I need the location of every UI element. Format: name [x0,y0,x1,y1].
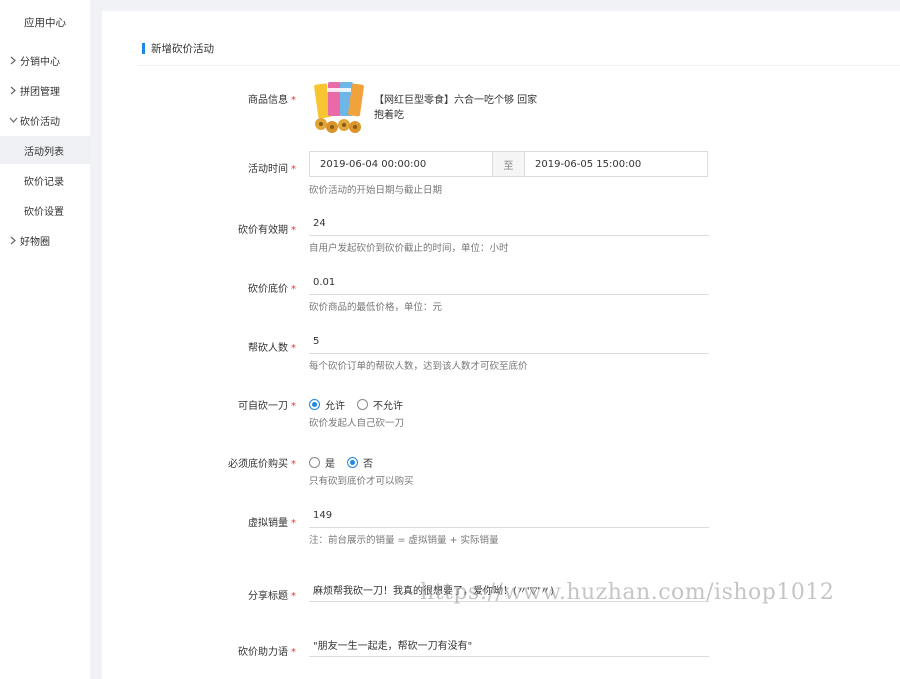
helpers-input[interactable] [309,329,709,354]
chevron-down-icon [6,117,20,123]
required-mark: * [291,459,296,470]
radio-unchecked-icon [357,399,368,410]
validity-label-text: 砍价有效期 [238,225,288,236]
title-accent-bar [142,42,145,54]
sidebar-item-bargain[interactable]: 砍价活动 [0,106,90,134]
required-mark: * [291,164,296,175]
time-separator: 至 [493,151,524,177]
required-mark: * [291,225,296,236]
virtual-sales-input[interactable] [309,503,709,528]
radio-label: 是 [325,459,335,470]
divider [138,65,900,66]
section-title: 新增砍价活动 [142,41,214,55]
product-label: 商品信息 * [248,91,296,106]
assist-text-label: 砍价助力语 * [238,643,296,658]
required-mark: * [291,647,296,658]
sidebar-item-group-buy[interactable]: 拼团管理 [0,76,90,104]
radio-checked-icon [347,457,358,468]
assist-text-label-text: 砍价助力语 [238,647,288,658]
self-cut-radio-group: 允许 不允许 [309,397,415,412]
helpers-hint: 每个砍价订单的帮砍人数，达到该人数才可砍至底价 [309,361,528,372]
sidebar-item-goods-circle[interactable]: 好物圈 [0,226,90,254]
start-time-input[interactable] [309,151,493,177]
floor-price-input[interactable] [309,270,709,295]
product-name: 【网红巨型零食】六合一吃个够 回家抱着吃 [374,95,538,121]
sidebar-subitem-label: 活动列表 [24,146,64,158]
sidebar-item-label: 分销中心 [20,56,60,68]
sidebar-subitem-bargain-records[interactable]: 砍价记录 [0,166,90,194]
end-time-input[interactable] [524,151,708,177]
radio-label: 否 [363,459,373,470]
sidebar: 应用中心 分销中心 拼团管理 砍价活动 活动列表 砍价记录 砍价设置 好物圈 [0,0,90,679]
self-cut-label-text: 可自砍一刀 [238,401,288,412]
must-floor-yes-radio[interactable]: 是 [309,455,335,470]
radio-unchecked-icon [309,457,320,468]
virtual-sales-label-text: 虚拟销量 [248,518,288,529]
validity-hint: 自用户发起砍价到砍价截止的时间，单位：小时 [309,243,509,254]
share-title-label-text: 分享标题 [248,591,288,602]
must-floor-label-text: 必须底价购买 [228,459,288,470]
helpers-label: 帮砍人数 * [248,339,296,354]
time-label-text: 活动时间 [248,164,288,175]
validity-label: 砍价有效期 * [238,221,296,236]
floor-price-hint: 砍价商品的最低价格，单位：元 [309,302,443,313]
helpers-label-text: 帮砍人数 [248,343,288,354]
required-mark: * [291,401,296,412]
chevron-right-icon [6,56,20,65]
required-mark: * [291,95,296,106]
self-cut-allow-radio[interactable]: 允许 [309,397,345,412]
chevron-right-icon [6,236,20,245]
product-image[interactable] [312,82,364,134]
self-cut-disallow-radio[interactable]: 不允许 [357,397,403,412]
validity-input[interactable] [309,211,709,236]
sidebar-item-label: 好物圈 [20,236,50,248]
sidebar-subitem-bargain-settings[interactable]: 砍价设置 [0,196,90,224]
sidebar-item-label: 砍价活动 [20,116,60,128]
time-hint: 砍价活动的开始日期与截止日期 [309,185,443,196]
sidebar-subitem-activity-list[interactable]: 活动列表 [0,136,90,164]
required-mark: * [291,343,296,354]
must-floor-no-radio[interactable]: 否 [347,455,373,470]
virtual-sales-hint: 注：前台展示的销量 = 虚拟销量 + 实际销量 [309,535,499,546]
time-label: 活动时间 * [248,160,296,175]
required-mark: * [291,518,296,529]
radio-label: 不允许 [373,401,403,412]
must-floor-hint: 只有砍到底价才可以购买 [309,476,414,487]
required-mark: * [291,591,296,602]
main-content: 新增砍价活动 商品信息 * 【网红巨型零食】六合一吃个够 回家抱着吃 活动时间 * … [102,11,900,679]
sidebar-subitem-label: 砍价记录 [24,176,64,188]
sidebar-item-distribution[interactable]: 分销中心 [0,46,90,74]
product-label-text: 商品信息 [248,95,288,106]
chevron-right-icon [6,86,20,95]
floor-price-label-text: 砍价底价 [248,284,288,295]
share-title-label: 分享标题 * [248,587,296,602]
required-mark: * [291,284,296,295]
sidebar-item-label: 拼团管理 [20,86,60,98]
assist-text-input[interactable] [309,632,709,657]
must-floor-radio-group: 是 否 [309,455,385,470]
share-title-input[interactable] [309,577,709,602]
radio-checked-icon [309,399,320,410]
floor-price-label: 砍价底价 * [248,280,296,295]
virtual-sales-label: 虚拟销量 * [248,514,296,529]
radio-label: 允许 [325,401,345,412]
section-title-text: 新增砍价活动 [151,42,214,55]
self-cut-hint: 砍价发起人自己砍一刀 [309,418,405,429]
sidebar-app-title: 应用中心 [24,17,66,29]
sidebar-subitem-label: 砍价设置 [24,206,64,218]
must-floor-label: 必须底价购买 * [228,455,296,470]
self-cut-label: 可自砍一刀 * [238,397,296,412]
